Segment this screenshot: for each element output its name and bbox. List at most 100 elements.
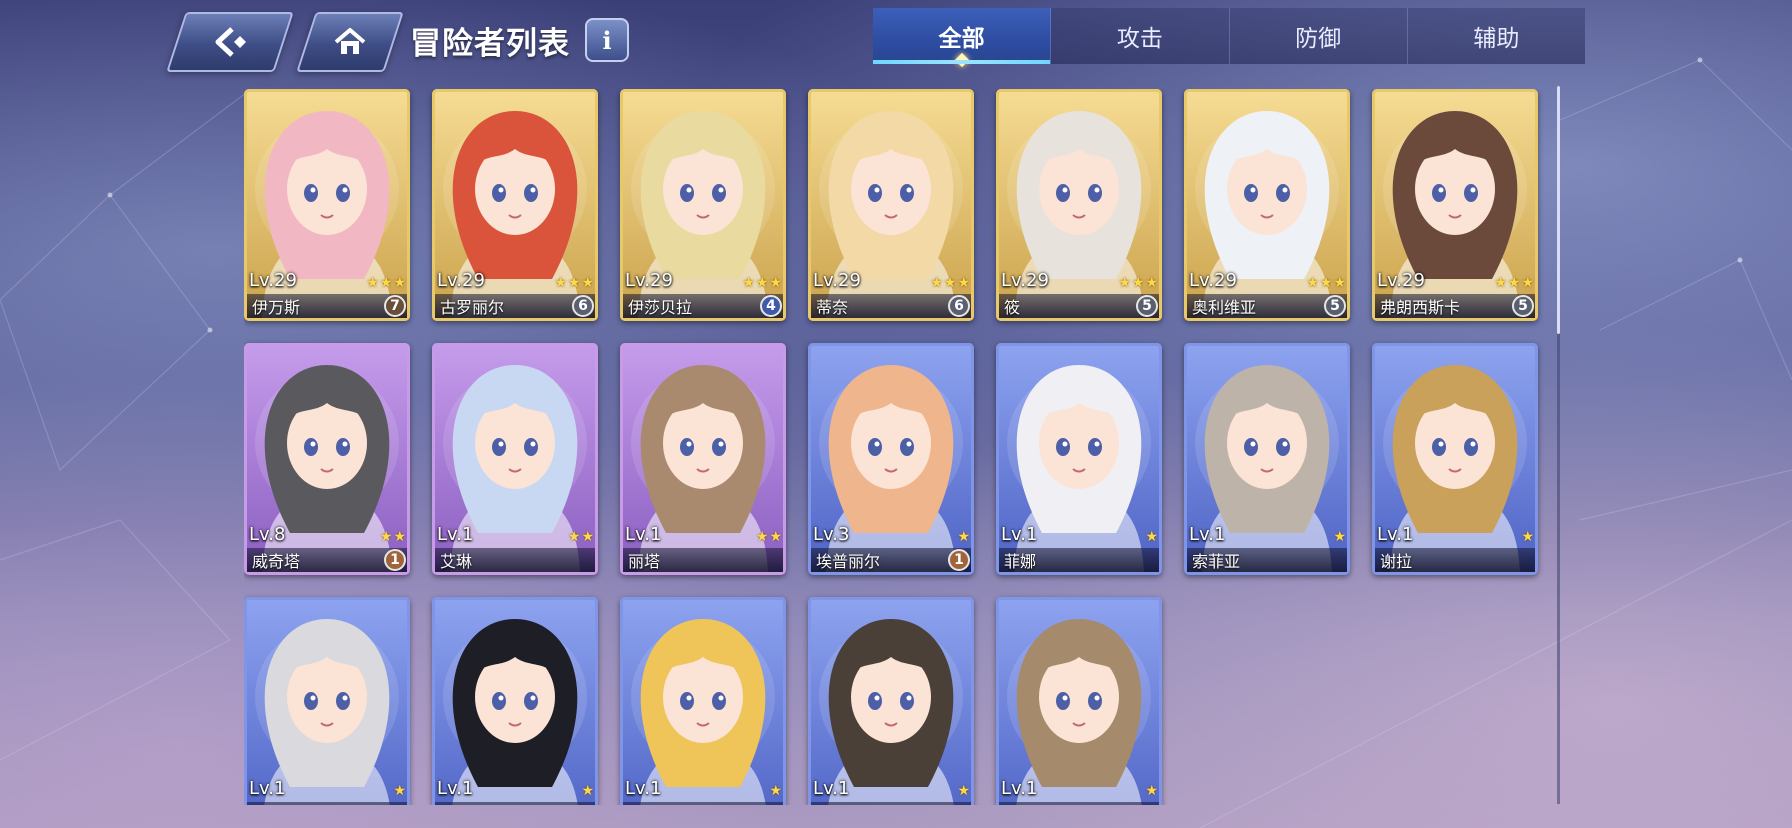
star-icon: ★ [1507,275,1521,291]
adventurer-card[interactable]: Lv.29 ★ ★ ★ 筱 5 [996,89,1162,321]
character-name: 谢拉 [1380,552,1413,571]
character-name: 筱 [1004,298,1021,317]
nameplate: 威奇塔 [247,548,407,572]
character-level: Lv.1 [1001,778,1038,799]
nameplate [811,802,971,805]
star-rating: ★ ★ ★ [930,276,970,290]
star-icon: ★ [379,529,393,545]
character-level: Lv.29 [249,270,297,291]
character-name: 索菲亚 [1192,552,1241,571]
star-rating: ★ [1145,530,1158,544]
character-name: 伊万斯 [252,298,301,317]
adventurer-card[interactable]: Lv.29 ★ ★ ★ 古罗丽尔 6 [432,89,598,321]
star-icon: ★ [581,529,594,545]
character-level: Lv.29 [1001,270,1049,291]
tab-label: 攻击 [1116,26,1163,52]
nameplate: 索菲亚 [1187,548,1347,572]
nameplate: 蒂奈 [811,294,971,318]
star-icon: ★ [769,275,782,291]
star-rating: ★ [957,530,970,544]
star-icon: ★ [393,783,406,799]
adventurer-card[interactable]: Lv.3 ★ 埃普丽尔 1 [808,343,974,575]
adventurer-card[interactable]: Lv.29 ★ ★ ★ 奥利维亚 5 [1184,89,1350,321]
adventurer-card[interactable]: Lv.1 ★ [808,597,974,805]
star-icon: ★ [1145,783,1158,799]
nameplate [623,802,783,805]
star-rating: ★ ★ ★ [366,276,406,290]
star-icon: ★ [930,275,943,291]
character-level: Lv.8 [249,524,286,545]
adventurer-card[interactable]: Lv.29 ★ ★ ★ 伊万斯 7 [244,89,410,321]
star-rating: ★ ★ ★ [1494,276,1534,290]
back-button[interactable] [166,12,294,72]
character-level: Lv.29 [437,270,485,291]
star-icon: ★ [554,275,567,291]
star-rating: ★ [769,784,782,798]
character-name: 艾琳 [440,552,473,571]
character-level: Lv.1 [437,778,474,799]
home-button[interactable] [296,12,404,72]
character-name: 伊莎贝拉 [628,298,693,317]
info-button[interactable]: i [585,18,629,62]
scrollbar[interactable] [1557,86,1560,804]
star-icon: ★ [1131,275,1145,291]
character-level: Lv.1 [437,524,474,545]
star-rating: ★ ★ [568,530,594,544]
tab-all[interactable]: 全部 [873,8,1052,68]
tab-attack[interactable]: 攻击 [1051,8,1230,64]
adventurer-card[interactable]: Lv.1 ★ [244,597,410,805]
star-rating: ★ [957,784,970,798]
tab-label: 全部 [938,26,985,52]
character-level: Lv.1 [1377,524,1414,545]
character-level: Lv.1 [249,778,286,799]
star-rating: ★ ★ ★ [742,276,782,290]
nameplate: 伊莎贝拉 [623,294,783,318]
adventurer-card[interactable]: Lv.29 ★ ★ ★ 伊莎贝拉 4 [620,89,786,321]
adventurer-card[interactable]: Lv.1 ★ [432,597,598,805]
adventurer-card[interactable]: Lv.1 ★ ★ 丽塔 [620,343,786,575]
character-name: 弗朗西斯卡 [1380,298,1461,317]
rank-badge: 6 [572,295,594,317]
character-level: Lv.1 [625,524,662,545]
rank-badge: 5 [1136,295,1158,317]
rank-badge: 1 [384,549,406,571]
adventurer-card[interactable]: Lv.1 ★ ★ 艾琳 [432,343,598,575]
star-icon: ★ [1145,529,1158,545]
adventurer-card[interactable]: Lv.1 ★ 谢拉 [1372,343,1538,575]
character-name: 丽塔 [628,552,661,571]
nameplate: 埃普丽尔 [811,548,971,572]
nameplate: 奥利维亚 [1187,294,1347,318]
nameplate: 菲娜 [999,548,1159,572]
star-rating: ★ [1521,530,1534,544]
adventurer-card[interactable]: Lv.1 ★ 索菲亚 [1184,343,1350,575]
adventurer-card[interactable]: Lv.1 ★ [620,597,786,805]
star-rating: ★ ★ ★ [1118,276,1158,290]
star-icon: ★ [769,783,782,799]
character-name: 埃普丽尔 [816,552,881,571]
active-indicator-icon [954,52,969,68]
adventurer-card[interactable]: Lv.29 ★ ★ ★ 弗朗西斯卡 5 [1372,89,1538,321]
nameplate: 谢拉 [1375,548,1535,572]
character-portrait [244,597,410,805]
star-icon: ★ [769,529,782,545]
nameplate: 筱 [999,294,1159,318]
star-icon: ★ [1118,275,1131,291]
adventurer-card[interactable]: Lv.1 ★ 菲娜 [996,343,1162,575]
character-portrait [996,597,1162,805]
star-icon: ★ [755,529,769,545]
adventurer-card[interactable]: Lv.1 ★ [996,597,1162,805]
scrollbar-thumb[interactable] [1557,86,1560,334]
tab-support[interactable]: 辅助 [1408,8,1585,64]
character-name: 古罗丽尔 [440,298,505,317]
star-icon: ★ [1521,275,1534,291]
rank-badge: 5 [1512,295,1534,317]
tab-defense[interactable]: 防御 [1230,8,1408,64]
character-name: 蒂奈 [816,298,849,317]
star-icon: ★ [1145,275,1158,291]
star-rating: ★ ★ ★ [554,276,594,290]
adventurer-card[interactable]: Lv.8 ★ ★ 威奇塔 1 [244,343,410,575]
adventurer-card[interactable]: Lv.29 ★ ★ ★ 蒂奈 6 [808,89,974,321]
top-bar: 冒险者列表 i 全部 攻击 防御 辅助 [0,0,1792,72]
character-level: Lv.29 [813,270,861,291]
star-rating: ★ [1333,530,1346,544]
